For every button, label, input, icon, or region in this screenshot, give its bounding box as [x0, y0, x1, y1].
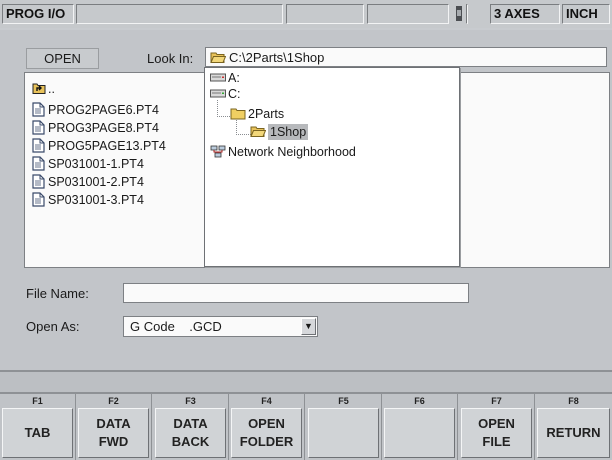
units-indicator: INCH — [562, 4, 610, 24]
softkey-f4: F4 OPEN FOLDER — [229, 394, 305, 460]
data-fwd-button[interactable]: DATA FWD — [78, 408, 149, 458]
softkey-number: F2 — [108, 396, 119, 406]
return-button[interactable]: RETURN — [537, 408, 610, 458]
parent-folder-icon — [32, 81, 46, 99]
open-folder-icon — [250, 125, 267, 142]
list-item-label: SP031001-1.PT4 — [48, 157, 144, 171]
softkey-f6: F6 — [382, 394, 458, 460]
list-item-label: PROG3PAGE8.PT4 — [48, 121, 159, 135]
folder-icon — [230, 107, 246, 124]
tree-item-label: Network Neighborhood — [228, 145, 356, 159]
softkey-number: F3 — [185, 396, 196, 406]
softkey-number: F8 — [568, 396, 579, 406]
open-as-label: Open As: — [26, 319, 80, 334]
look-in-label: Look In: — [147, 51, 194, 66]
tree-item-label: A: — [228, 71, 240, 85]
softkey-bar: F1 TAB F2 DATA FWD F3 DATA BACK F4 OPEN … — [0, 394, 612, 460]
look-in-dropdown[interactable]: A: C: 2Parts 1Shop Network Neighborhood — [204, 67, 460, 267]
softkey-f1: F1 TAB — [0, 394, 76, 460]
list-item-label: SP031001-2.PT4 — [48, 175, 144, 189]
softkey-number: F5 — [338, 396, 349, 406]
axes-indicator: 3 AXES — [490, 4, 560, 24]
file-name-label: File Name: — [26, 286, 89, 301]
open-file-button[interactable]: OPEN FILE — [461, 408, 532, 458]
softkey-f3: F3 DATA BACK — [153, 394, 229, 460]
list-item-label: PROG5PAGE13.PT4 — [48, 139, 166, 153]
chevron-down-icon[interactable]: ▼ — [301, 318, 316, 335]
status-field-2 — [286, 4, 364, 24]
drive-icon — [210, 87, 226, 104]
status-field-1 — [76, 4, 283, 24]
file-icon — [32, 174, 45, 193]
message-strip — [0, 372, 612, 392]
dialog-title: OPEN — [26, 48, 99, 69]
open-folder-button[interactable]: OPEN FOLDER — [231, 408, 302, 458]
softkey-f5: F5 — [306, 394, 382, 460]
file-icon — [32, 102, 45, 121]
tab-button[interactable]: TAB — [2, 408, 73, 458]
list-item-label: SP031001-3.PT4 — [48, 193, 144, 207]
status-indicator-icon — [456, 6, 462, 21]
look-in-combo[interactable]: C:\2Parts\1Shop — [205, 47, 607, 67]
tree-item-label: 1Shop — [268, 124, 309, 140]
status-field-3 — [367, 4, 449, 24]
file-icon — [32, 156, 45, 175]
softkey-f7: F7 OPEN FILE — [459, 394, 535, 460]
look-in-path: C:\2Parts\1Shop — [229, 50, 325, 65]
mode-indicator: PROG I/O — [2, 4, 74, 24]
softkey-number: F4 — [261, 396, 272, 406]
softkey-number: F6 — [414, 396, 425, 406]
tree-item-label: C: — [228, 87, 241, 101]
softkey-number: F1 — [32, 396, 43, 406]
file-icon — [32, 120, 45, 139]
data-back-button[interactable]: DATA BACK — [155, 408, 226, 458]
network-icon — [210, 145, 226, 163]
open-as-select[interactable]: G Code .GCD ▼ — [123, 316, 318, 337]
softkey-number: F7 — [491, 396, 502, 406]
softkey-f5-button[interactable] — [308, 408, 379, 458]
softkey-f2: F2 DATA FWD — [76, 394, 152, 460]
softkey-f8: F8 RETURN — [535, 394, 612, 460]
file-icon — [32, 138, 45, 157]
drive-icon — [210, 71, 226, 88]
file-name-field[interactable] — [123, 283, 469, 303]
file-icon — [32, 192, 45, 211]
list-item-label: PROG2PAGE6.PT4 — [48, 103, 159, 117]
open-as-value: G Code .GCD — [130, 319, 222, 334]
status-field-4 — [466, 4, 468, 24]
tree-item-label: 2Parts — [248, 107, 285, 121]
list-item-label: .. — [48, 82, 55, 96]
status-bar: PROG I/O 3 AXES INCH — [0, 0, 612, 28]
softkey-f6-button[interactable] — [384, 408, 455, 458]
